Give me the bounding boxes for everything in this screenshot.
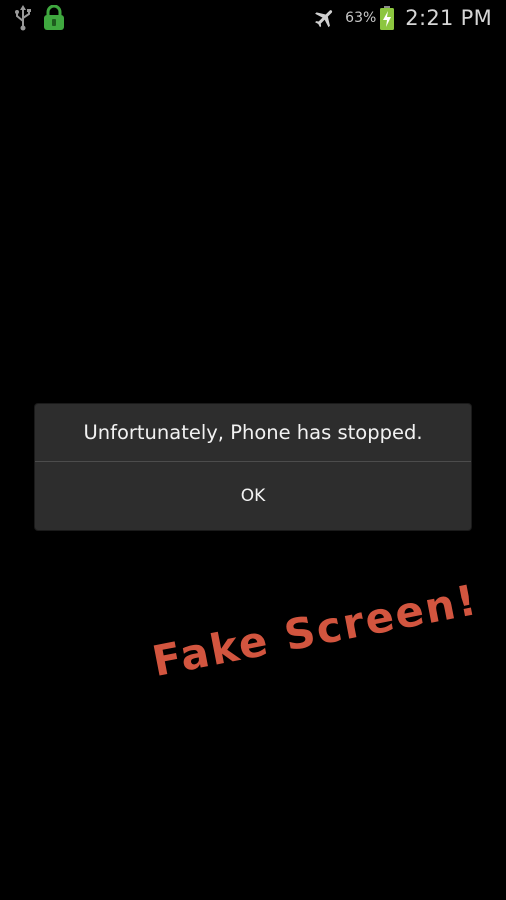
battery-percent: 63% (345, 10, 377, 26)
error-dialog: Unfortunately, Phone has stopped. OK (35, 404, 471, 530)
dialog-message: Unfortunately, Phone has stopped. (83, 421, 423, 444)
system-status: 63% 2:21 PM (313, 0, 492, 36)
battery-charging-icon (379, 5, 395, 31)
fake-screen-watermark: Fake Screen! (148, 574, 482, 686)
ok-button[interactable]: OK (35, 462, 471, 530)
notification-icons (14, 4, 66, 31)
usb-icon (14, 5, 32, 31)
airplane-mode-icon (313, 6, 337, 30)
status-bar: 63% 2:21 PM (0, 0, 506, 36)
clock: 2:21 PM (405, 6, 492, 30)
lock-icon (42, 4, 66, 31)
